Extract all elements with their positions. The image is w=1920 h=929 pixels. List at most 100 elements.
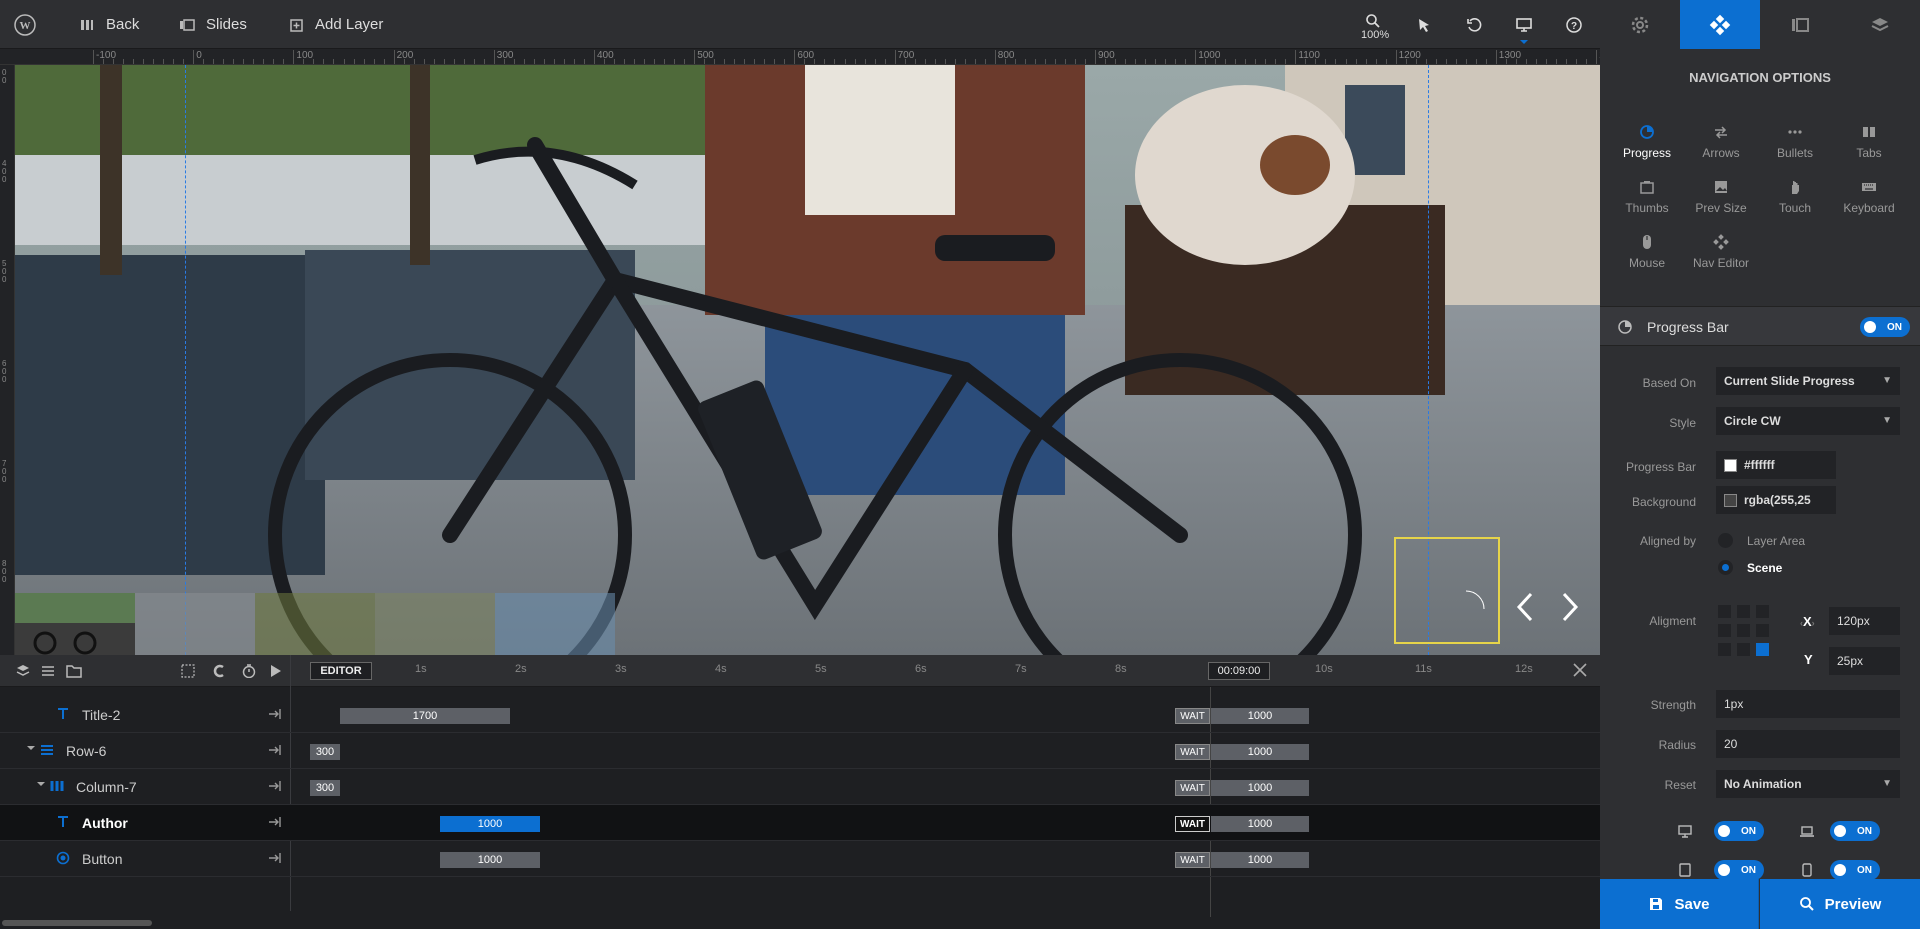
animation-bar[interactable]: 1000 (440, 852, 540, 868)
x-offset-input[interactable]: 120px (1829, 607, 1900, 635)
nav-thumbs[interactable]: Thumbs (1610, 179, 1684, 231)
nav-editor[interactable]: Nav Editor (1684, 234, 1758, 286)
radius-input[interactable]: 20 (1716, 730, 1900, 758)
nav-tabs[interactable]: Tabs (1832, 124, 1906, 176)
based-on-select[interactable]: Current Slide Progress ▼ (1716, 367, 1900, 395)
wordpress-logo-button[interactable]: W (14, 0, 36, 49)
zoom-button[interactable] (1364, 12, 1382, 30)
expand-to-end-icon[interactable] (268, 779, 284, 793)
nav-progress[interactable]: Progress (1610, 124, 1684, 176)
help-button[interactable]: ? (1563, 14, 1585, 36)
mobile-visibility-toggle[interactable]: ON (1830, 860, 1880, 880)
align-cell[interactable] (1756, 624, 1769, 637)
next-arrow-button[interactable] (1555, 587, 1585, 627)
collapse-caret-icon[interactable] (36, 779, 48, 791)
tablet-visibility-toggle[interactable]: ON (1714, 860, 1764, 880)
alignment-grid[interactable] (1718, 605, 1772, 659)
editor-tab[interactable]: EDITOR (310, 662, 372, 680)
timeline-scrollbar[interactable] (0, 917, 1600, 929)
timeline-row[interactable]: Row-6 300 WAIT 1000 (0, 733, 1600, 769)
reset-select[interactable]: No Animation ▼ (1716, 770, 1900, 798)
animation-bar[interactable]: 1000 (440, 816, 540, 832)
wait-badge[interactable]: WAIT (1175, 816, 1210, 832)
progress-color-input[interactable]: #ffffff (1716, 451, 1836, 479)
timeline-row[interactable]: Column-7 300 WAIT 1000 (0, 769, 1600, 805)
timeline-row-selected[interactable]: Author 1000 WAIT 1000 (0, 805, 1600, 841)
add-layer-button[interactable]: Add Layer (287, 0, 383, 49)
desktop-visibility-toggle[interactable]: ON (1714, 821, 1764, 841)
tab-navigation[interactable] (1680, 0, 1760, 49)
tab-settings[interactable] (1600, 0, 1680, 49)
play-button[interactable] (268, 663, 284, 679)
animation-bar[interactable]: 300 (310, 744, 340, 760)
grid-snap-button[interactable] (180, 663, 196, 679)
expand-to-end-icon[interactable] (268, 707, 284, 721)
save-button[interactable]: Save (1600, 879, 1759, 929)
back-button[interactable]: Back (78, 0, 139, 49)
layers-toggle-button[interactable] (15, 663, 31, 679)
progress-bar-toggle[interactable]: ON (1860, 317, 1910, 337)
color-swatch[interactable] (1724, 494, 1737, 507)
nav-thumbnail[interactable] (375, 593, 495, 655)
slides-button[interactable]: Slides (178, 0, 247, 49)
nav-thumbnail[interactable] (255, 593, 375, 655)
nav-thumbnail[interactable] (495, 593, 615, 655)
nav-bullets[interactable]: Bullets (1758, 124, 1832, 176)
close-timeline-button[interactable] (1572, 662, 1590, 680)
nav-thumbnail[interactable] (15, 593, 135, 655)
animation-bar[interactable]: 300 (310, 780, 340, 796)
progress-bar-selection[interactable] (1394, 537, 1500, 644)
expand-to-end-icon[interactable] (268, 815, 284, 829)
collapse-caret-icon[interactable] (26, 743, 38, 755)
out-animation-bar[interactable]: 1000 (1211, 708, 1309, 724)
wait-badge[interactable]: WAIT (1175, 744, 1210, 760)
strength-input[interactable]: 1px (1716, 690, 1900, 718)
aligned-scene-radio[interactable] (1718, 560, 1733, 575)
align-cell[interactable] (1737, 605, 1750, 618)
desktop-view-button[interactable] (1513, 14, 1535, 36)
nav-prev-size[interactable]: Prev Size (1684, 179, 1758, 231)
style-select[interactable]: Circle CW ▼ (1716, 407, 1900, 435)
wait-badge[interactable]: WAIT (1175, 780, 1210, 796)
laptop-visibility-toggle[interactable]: ON (1830, 821, 1880, 841)
preview-button[interactable]: Preview (1760, 879, 1920, 929)
prev-arrow-button[interactable] (1510, 587, 1540, 627)
color-swatch[interactable] (1724, 459, 1737, 472)
align-cell-selected[interactable] (1756, 643, 1769, 656)
nav-arrows[interactable]: Arrows (1684, 124, 1758, 176)
y-offset-input[interactable]: 25px (1829, 647, 1900, 675)
current-time-input[interactable]: 00:09:00 (1208, 662, 1270, 680)
align-cell[interactable] (1718, 643, 1731, 656)
animation-bar[interactable]: 1700 (340, 708, 510, 724)
out-animation-bar[interactable]: 1000 (1211, 816, 1309, 832)
tab-layers[interactable] (1840, 0, 1920, 49)
list-view-button[interactable] (40, 663, 56, 679)
align-cell[interactable] (1737, 643, 1750, 656)
expand-to-end-icon[interactable] (268, 743, 284, 757)
progress-bar-section-header[interactable]: Progress Bar ON (1600, 306, 1920, 346)
align-cell[interactable] (1756, 605, 1769, 618)
out-animation-bar[interactable]: 1000 (1211, 744, 1309, 760)
slide-canvas[interactable] (15, 65, 1600, 655)
nav-keyboard[interactable]: Keyboard (1832, 179, 1906, 231)
expand-to-end-icon[interactable] (268, 851, 284, 865)
cursor-button[interactable] (1413, 14, 1435, 36)
timeline-row[interactable]: Button 1000 WAIT 1000 (0, 841, 1600, 877)
undo-button[interactable] (1463, 14, 1485, 36)
timeline-row[interactable]: Title-2 1700 WAIT 1000 (0, 697, 1600, 733)
aligned-layer-area-radio[interactable] (1718, 533, 1733, 548)
wait-badge[interactable]: WAIT (1175, 852, 1210, 868)
nav-thumbnail[interactable] (135, 593, 255, 655)
magnet-button[interactable] (211, 663, 227, 679)
out-animation-bar[interactable]: 1000 (1211, 852, 1309, 868)
tab-layers-library[interactable] (1760, 0, 1840, 49)
wait-badge[interactable]: WAIT (1175, 708, 1210, 724)
folder-button[interactable] (66, 663, 82, 679)
background-color-input[interactable]: rgba(255,25 (1716, 486, 1836, 514)
align-cell[interactable] (1737, 624, 1750, 637)
out-animation-bar[interactable]: 1000 (1211, 780, 1309, 796)
nav-touch[interactable]: Touch (1758, 179, 1832, 231)
align-cell[interactable] (1718, 605, 1731, 618)
scrollbar-thumb[interactable] (2, 920, 152, 926)
nav-mouse[interactable]: Mouse (1610, 234, 1684, 286)
